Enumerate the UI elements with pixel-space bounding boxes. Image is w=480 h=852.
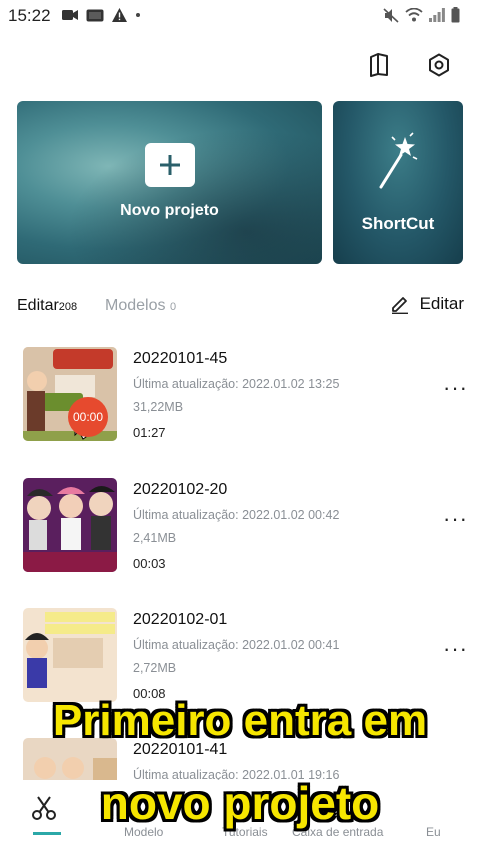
tab-editar[interactable]: Editar208: [17, 297, 77, 315]
plus-icon: [145, 143, 195, 187]
cc-icon: [86, 9, 104, 21]
edit-projects-label: Editar: [419, 294, 464, 313]
dot-icon: [136, 13, 140, 17]
caption-line-2: novo projeto: [100, 777, 380, 829]
caption-line-1: Primeiro entra em: [52, 696, 428, 745]
recording-badge: 00:00: [68, 397, 108, 437]
mute-icon: [383, 7, 399, 23]
new-project-card[interactable]: Novo projeto: [17, 101, 322, 264]
project-size: 2,41MB: [133, 531, 177, 545]
tutorial-book-button[interactable]: [362, 48, 396, 82]
settings-icon: [429, 53, 449, 77]
book-icon: [370, 53, 388, 77]
project-title: 20220102-20: [133, 481, 228, 498]
project-more-button[interactable]: ···: [443, 636, 468, 662]
project-item[interactable]: 00:00 20220101-45 Última atualização: 20…: [0, 347, 480, 467]
project-updated: Última atualização: 2022.01.02 13:25: [133, 377, 340, 391]
wifi-icon: [405, 8, 423, 22]
tab-modelos[interactable]: Modelos 0: [105, 297, 176, 315]
nav-active-indicator: [33, 832, 61, 835]
shortcut-card[interactable]: ShortCut: [333, 101, 463, 264]
battery-icon: [451, 7, 460, 23]
project-title: 20220101-45: [133, 350, 228, 367]
status-left-icons: [62, 8, 141, 22]
project-thumbnail: [23, 608, 117, 702]
shortcut-label: ShortCut: [361, 214, 435, 233]
status-bar: 15:22: [0, 0, 480, 30]
settings-button[interactable]: [422, 48, 456, 82]
project-size: 31,22MB: [133, 400, 184, 414]
project-updated: Última atualização: 2022.01.02 00:41: [133, 638, 340, 652]
edit-projects-button[interactable]: Editar: [390, 294, 464, 314]
pencil-icon: [391, 297, 408, 314]
project-more-button[interactable]: ···: [443, 375, 468, 401]
status-time: 15:22: [8, 6, 51, 25]
project-thumbnail: [23, 478, 117, 572]
tab-editar-label: Editar: [17, 297, 59, 314]
project-item[interactable]: 20220102-20 Última atualização: 2022.01.…: [0, 478, 480, 598]
tab-modelos-label: Modelos: [105, 297, 166, 314]
video-camera-icon: [62, 10, 78, 20]
project-size: 2,72MB: [133, 661, 177, 675]
project-title: 20220102-01: [133, 611, 228, 628]
project-more-button[interactable]: ···: [443, 506, 468, 532]
project-updated: Última atualização: 2022.01.02 00:42: [133, 508, 340, 522]
magic-wand-icon: [379, 132, 418, 189]
project-duration: 01:27: [133, 425, 166, 440]
warning-icon: [112, 8, 127, 22]
project-duration: 00:03: [133, 556, 166, 571]
tab-modelos-count: 0: [169, 301, 177, 313]
new-project-label: Novo projeto: [120, 202, 219, 219]
tab-editar-count: 208: [58, 301, 78, 313]
signal-icon: [429, 8, 445, 22]
status-right-icons: [383, 7, 460, 23]
